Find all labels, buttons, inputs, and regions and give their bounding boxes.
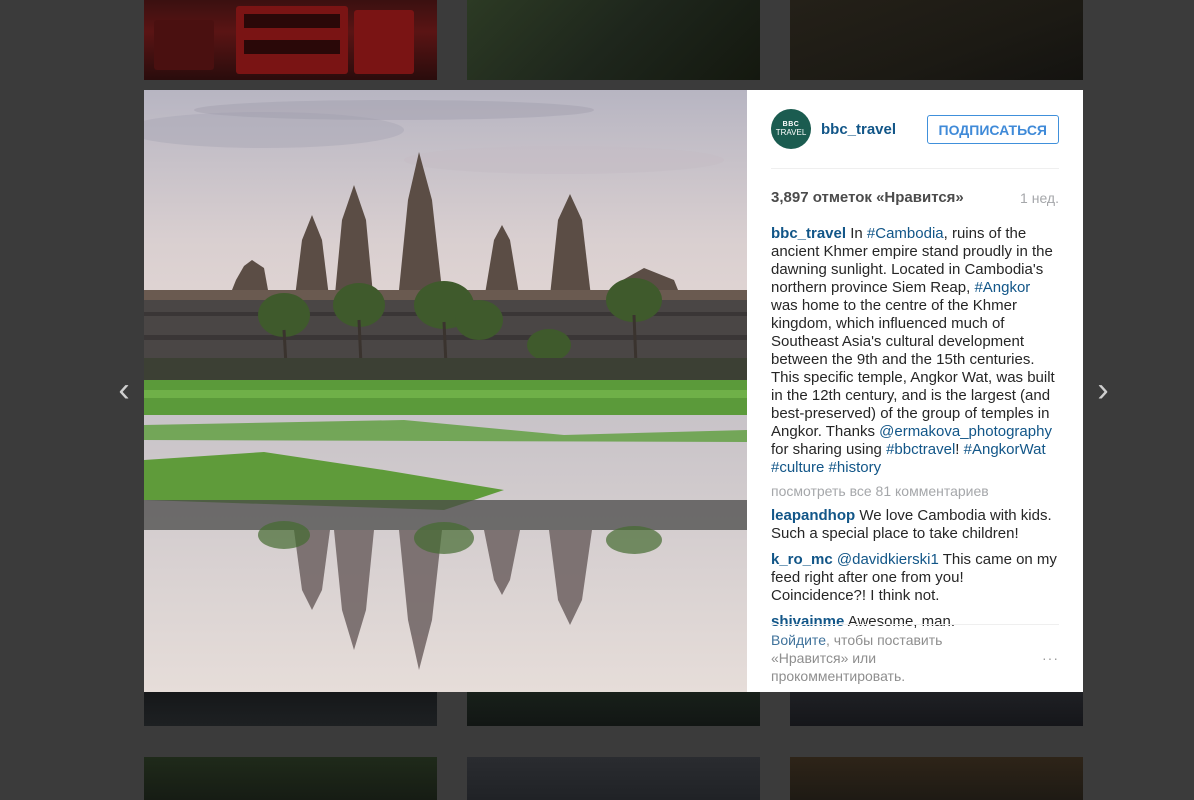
next-post-arrow-icon[interactable]: ›: [1085, 372, 1121, 408]
post-header: BBC TRAVEL bbc_travel ПОДПИСАТЬСЯ: [771, 90, 1059, 169]
angkor-wat-illustration: [144, 90, 747, 692]
caption-username-link[interactable]: bbc_travel: [771, 225, 846, 242]
grid-photo-bicycles[interactable]: [144, 692, 437, 726]
grid-photo-ruins[interactable]: [790, 0, 1083, 80]
hashtag-link[interactable]: #culture: [771, 459, 824, 476]
comment-item: leapandhop We love Cambodia with kids. S…: [771, 507, 1059, 543]
view-all-comments-link[interactable]: посмотреть все 81 комментариев: [771, 483, 1059, 499]
login-link[interactable]: Войдите: [771, 632, 826, 648]
grid-photo-fog[interactable]: [467, 757, 760, 800]
mention-link[interactable]: @ermakova_photography: [879, 423, 1052, 440]
mention-link[interactable]: @davidkierski1: [837, 551, 939, 568]
avatar-logo-text-bottom: TRAVEL: [775, 128, 807, 137]
avatar[interactable]: BBC TRAVEL: [771, 109, 811, 149]
likes-count[interactable]: 3,897 отметок «Нравится»: [771, 189, 964, 206]
caption-text: !: [955, 441, 964, 458]
caption-text: for sharing using: [771, 441, 887, 458]
post-caption: bbc_travel In #Cambodia, ruins of the an…: [771, 225, 1059, 477]
grid-photo-boat[interactable]: [790, 692, 1083, 726]
comment-username-link[interactable]: k_ro_mc: [771, 551, 833, 568]
login-prompt: Войдите, чтобы поставить «Нравится» или …: [771, 624, 1059, 685]
grid-photo-water[interactable]: [467, 692, 760, 726]
post-photo-angkor-wat: [144, 90, 747, 692]
post-timestamp[interactable]: 1 нед.: [1020, 190, 1059, 206]
more-options-icon[interactable]: ···: [1042, 649, 1059, 667]
hashtag-link[interactable]: #Angkor: [974, 279, 1030, 296]
hashtag-link[interactable]: #bbctravel: [886, 441, 955, 458]
post-modal: BBC TRAVEL bbc_travel ПОДПИСАТЬСЯ 3,897 …: [144, 90, 1083, 692]
grid-photo-trees[interactable]: [144, 757, 437, 800]
post-author-username[interactable]: bbc_travel: [821, 121, 927, 138]
post-stats: 3,897 отметок «Нравится» 1 нед.: [771, 189, 1059, 206]
follow-button[interactable]: ПОДПИСАТЬСЯ: [926, 114, 1059, 144]
comment-username-link[interactable]: leapandhop: [771, 507, 855, 524]
hashtag-link[interactable]: #Cambodia: [867, 225, 944, 242]
comments-list: leapandhop We love Cambodia with kids. S…: [771, 507, 1059, 631]
caption-text: was home to the centre of the Khmer king…: [771, 297, 1055, 440]
grid-photo-cliff[interactable]: [467, 0, 760, 80]
hashtag-link[interactable]: #AngkorWat: [964, 441, 1046, 458]
comment-item: k_ro_mc @davidkierski1 This came on my f…: [771, 551, 1059, 605]
grid-photo-market[interactable]: [790, 757, 1083, 800]
post-sidebar: BBC TRAVEL bbc_travel ПОДПИСАТЬСЯ 3,897 …: [747, 90, 1083, 692]
previous-post-arrow-icon[interactable]: ‹: [106, 372, 142, 408]
avatar-logo-text-top: BBC: [782, 121, 800, 128]
grid-photo-london-bus[interactable]: [144, 0, 437, 80]
hashtag-link[interactable]: #history: [829, 459, 882, 476]
caption-text: In: [846, 225, 867, 242]
